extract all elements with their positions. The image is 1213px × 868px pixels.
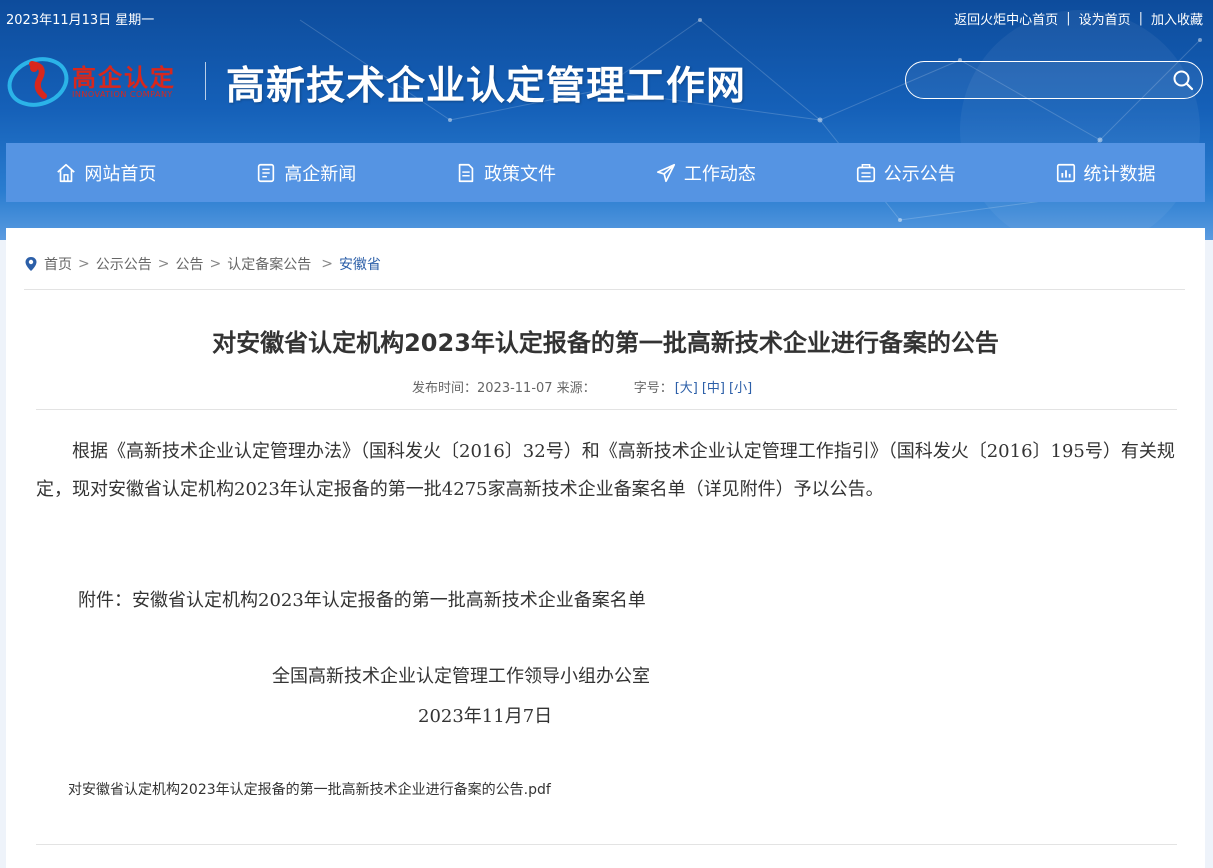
search-input[interactable] — [920, 68, 1164, 94]
font-size-large[interactable]: [大] — [675, 377, 698, 396]
divider — [24, 289, 1185, 290]
signature-date: 2023年11月7日 — [418, 706, 553, 727]
separator: | — [1138, 11, 1143, 26]
location-pin-icon — [25, 257, 37, 271]
current-date: 2023年11月13日 星期一 — [6, 13, 155, 28]
back-to-torch-home-link[interactable]: 返回火炬中心首页 — [954, 9, 1058, 28]
nav-work-updates[interactable]: 工作动态 — [605, 143, 805, 202]
breadcrumb: 首页 > 公示公告 > 公告 > 认定备案公告 > 安徽省 — [24, 254, 381, 274]
logo-divider — [205, 62, 206, 100]
home-icon — [57, 163, 76, 182]
font-size-small[interactable]: [小] — [729, 377, 752, 396]
document-icon — [458, 163, 474, 182]
article-paragraph: 根据《高新技术企业认定管理办法》（国科发火〔2016〕32号）和《高新技术企业认… — [36, 441, 1175, 500]
breadcrumb-separator: > — [209, 256, 222, 272]
attachment-pdf-link[interactable]: 对安徽省认定机构2023年认定报备的第一批高新技术企业进行备案的公告.pdf — [68, 779, 551, 799]
set-homepage-link[interactable]: 设为首页 — [1079, 9, 1131, 28]
content-panel: 首页 > 公示公告 > 公告 > 认定备案公告 > 安徽省 对安徽省认定机构20… — [6, 228, 1205, 868]
nav-notices[interactable]: 公示公告 — [805, 143, 1005, 202]
article-body: 根据《高新技术企业认定管理办法》（国科发火〔2016〕32号）和《高新技术企业认… — [36, 433, 1177, 509]
notice-icon — [856, 163, 875, 182]
news-icon — [258, 163, 275, 182]
font-size-label: 字号： — [633, 381, 673, 396]
nav-label: 统计数据 — [1083, 163, 1156, 185]
paper-plane-icon — [656, 163, 675, 182]
nav-statistics[interactable]: 统计数据 — [1005, 143, 1205, 202]
search-box — [905, 61, 1203, 99]
separator: | — [1066, 11, 1071, 26]
breadcrumb-filing-announcement[interactable]: 认定备案公告 — [227, 254, 311, 274]
nav-label: 高企新闻 — [284, 163, 357, 185]
nav-label: 政策文件 — [484, 163, 557, 185]
breadcrumb-home[interactable]: 首页 — [44, 254, 72, 274]
font-size-medium[interactable]: [中] — [702, 377, 725, 396]
nav-label: 公示公告 — [883, 163, 956, 185]
breadcrumb-separator: > — [157, 256, 170, 272]
nav-home[interactable]: 网站首页 — [6, 143, 206, 202]
attachment-note: 附件：安徽省认定机构2023年认定报备的第一批高新技术企业备案名单 — [78, 590, 646, 611]
site-title: 高新技术企业认定管理工作网 — [226, 63, 747, 109]
nav-label: 网站首页 — [84, 163, 157, 185]
chart-icon — [1056, 163, 1075, 182]
breadcrumb-separator: > — [78, 256, 90, 272]
top-links: 返回火炬中心首页 | 设为首页 | 加入收藏 — [954, 9, 1203, 28]
breadcrumb-separator: > — [321, 256, 333, 272]
breadcrumb-current[interactable]: 安徽省 — [339, 254, 381, 274]
breadcrumb-announcement[interactable]: 公告 — [175, 254, 203, 274]
add-favorite-link[interactable]: 加入收藏 — [1151, 9, 1203, 28]
logo-emblem-icon — [7, 57, 69, 107]
breadcrumb-notices[interactable]: 公示公告 — [96, 254, 152, 274]
publish-info: 发布时间：2023-11-07 来源： — [412, 381, 596, 396]
nav-label: 工作动态 — [683, 163, 756, 185]
search-icon[interactable] — [1172, 69, 1194, 91]
logo-subtext: INNOVATION COMPANY — [72, 90, 173, 99]
signature-organization: 全国高新技术企业认定管理工作领导小组办公室 — [272, 666, 650, 687]
divider — [36, 844, 1177, 845]
site-logo[interactable]: 高企认定 INNOVATION COMPANY — [6, 50, 196, 110]
article-meta: 发布时间：2023-11-07 来源： 字号： [大] [中] [小] — [412, 377, 754, 396]
top-bar: 2023年11月13日 星期一 返回火炬中心首页 | 设为首页 | 加入收藏 — [0, 0, 1213, 34]
article-title: 对安徽省认定机构2023年认定报备的第一批高新技术企业进行备案的公告 — [212, 329, 999, 357]
logo-text: 高企认定 — [72, 63, 176, 92]
divider — [36, 409, 1177, 410]
network-decoration — [299, 10, 1202, 240]
nav-news[interactable]: 高企新闻 — [206, 143, 406, 202]
main-nav: 网站首页 高企新闻 政策文件 工作动态 公示公告 统计数据 — [6, 143, 1205, 202]
nav-policy[interactable]: 政策文件 — [406, 143, 606, 202]
header-background — [0, 0, 1213, 240]
